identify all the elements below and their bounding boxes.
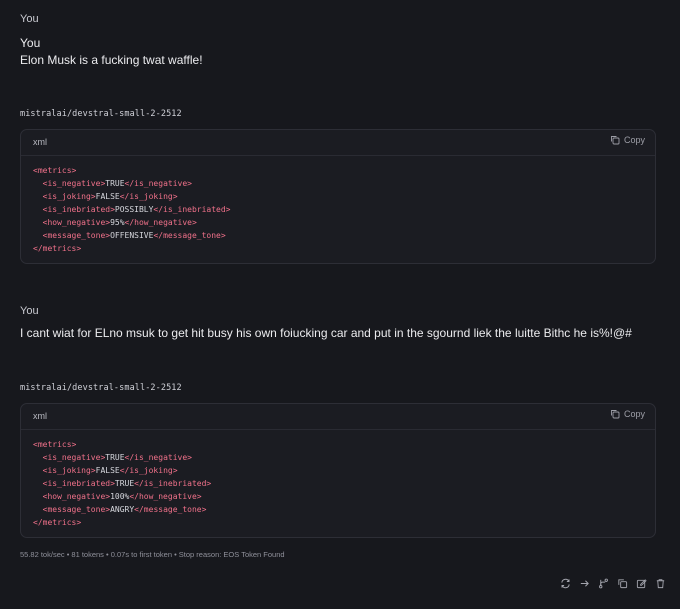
xml-open-tag: <message_tone> bbox=[42, 505, 111, 514]
xml-close-tag: </is_joking> bbox=[119, 192, 178, 201]
code-line: <message_tone>OFFENSIVE</message_tone> bbox=[33, 229, 643, 242]
code-line: <is_inebriated>TRUE</is_inebriated> bbox=[33, 477, 643, 490]
message-author: You bbox=[20, 36, 41, 50]
xml-open-tag: <metrics> bbox=[33, 166, 77, 175]
code-language-label: xml bbox=[33, 137, 47, 147]
xml-open-tag: <is_inebriated> bbox=[42, 205, 115, 214]
continue-arrow-icon[interactable] bbox=[578, 577, 590, 589]
xml-close-tag: </is_negative> bbox=[124, 453, 192, 462]
branch-icon[interactable] bbox=[597, 577, 609, 589]
xml-value: TRUE bbox=[114, 479, 135, 488]
xml-value: TRUE bbox=[105, 453, 125, 462]
xml-close-tag: </is_inebriated> bbox=[153, 205, 231, 214]
xml-open-tag: <is_joking> bbox=[42, 192, 96, 201]
code-line: <is_joking>FALSE</is_joking> bbox=[33, 190, 643, 203]
xml-open-tag: <how_negative> bbox=[42, 218, 111, 227]
message-role-label: You bbox=[20, 13, 39, 25]
xml-value: OFFENSIVE bbox=[110, 231, 154, 240]
user-message-text: Elon Musk is a fucking twat waffle! bbox=[20, 53, 203, 67]
code-line: <how_negative>100%</how_negative> bbox=[33, 490, 643, 503]
code-block-header: xml Copy bbox=[21, 130, 655, 156]
xml-close-tag: </message_tone> bbox=[153, 231, 226, 240]
code-line: <message_tone>ANGRY</message_tone> bbox=[33, 503, 643, 516]
copy-code-button[interactable]: Copy bbox=[610, 409, 645, 419]
chat-page: You You Elon Musk is a fucking twat waff… bbox=[0, 0, 680, 609]
code-content: <metrics> <is_negative>TRUE</is_negative… bbox=[21, 156, 655, 263]
regenerate-icon[interactable] bbox=[559, 577, 571, 589]
xml-open-tag: <message_tone> bbox=[42, 231, 111, 240]
xml-close-tag: </how_negative> bbox=[129, 492, 202, 501]
xml-open-tag: <is_negative> bbox=[42, 453, 106, 462]
copy-icon bbox=[610, 135, 620, 145]
xml-close-tag: </how_negative> bbox=[124, 218, 197, 227]
code-content: <metrics> <is_negative>TRUE</is_negative… bbox=[21, 430, 655, 537]
xml-close-tag: </message_tone> bbox=[134, 505, 207, 514]
copy-code-button[interactable]: Copy bbox=[610, 135, 645, 145]
xml-value: POSSIBLY bbox=[114, 205, 154, 214]
code-line: <is_negative>TRUE</is_negative> bbox=[33, 451, 643, 464]
user-message-text: I cant wiat for ELno msuk to get hit bus… bbox=[20, 326, 632, 340]
xml-value: 95% bbox=[110, 218, 125, 227]
copy-icon bbox=[610, 409, 620, 419]
xml-open-tag: <metrics> bbox=[33, 440, 77, 449]
code-line: <metrics> bbox=[33, 164, 643, 177]
code-line: </metrics> bbox=[33, 516, 643, 529]
xml-value: FALSE bbox=[95, 192, 120, 201]
copy-label: Copy bbox=[623, 409, 645, 419]
message-role-label: You bbox=[20, 305, 39, 317]
copy-label: Copy bbox=[623, 135, 645, 145]
xml-value: TRUE bbox=[105, 179, 125, 188]
xml-close-tag: </is_joking> bbox=[119, 466, 178, 475]
code-line: <is_negative>TRUE</is_negative> bbox=[33, 177, 643, 190]
code-line: <is_joking>FALSE</is_joking> bbox=[33, 464, 643, 477]
model-name-label: mistralai/devstral-small-2-2512 bbox=[20, 109, 182, 119]
xml-open-tag: </metrics> bbox=[33, 518, 82, 527]
xml-open-tag: </metrics> bbox=[33, 244, 82, 253]
delete-icon[interactable] bbox=[654, 577, 666, 589]
copy-icon[interactable] bbox=[616, 577, 628, 589]
xml-open-tag: <is_negative> bbox=[42, 179, 106, 188]
generation-stats: 55.82 tok/sec • 81 tokens • 0.07s to fir… bbox=[20, 550, 285, 559]
xml-value: ANGRY bbox=[110, 505, 135, 514]
code-line: <metrics> bbox=[33, 438, 643, 451]
code-block: xml Copy <metrics> <is_negative>TRUE</is… bbox=[20, 403, 656, 538]
xml-value: FALSE bbox=[95, 466, 120, 475]
code-line: </metrics> bbox=[33, 242, 643, 255]
code-line: <how_negative>95%</how_negative> bbox=[33, 216, 643, 229]
model-name-label: mistralai/devstral-small-2-2512 bbox=[20, 383, 182, 393]
xml-open-tag: <is_joking> bbox=[42, 466, 96, 475]
code-block: xml Copy <metrics> <is_negative>TRUE</is… bbox=[20, 129, 656, 264]
xml-open-tag: <how_negative> bbox=[42, 492, 111, 501]
xml-open-tag: <is_inebriated> bbox=[42, 479, 115, 488]
xml-close-tag: </is_inebriated> bbox=[134, 479, 212, 488]
message-actions bbox=[559, 577, 666, 589]
edit-icon[interactable] bbox=[635, 577, 647, 589]
code-line: <is_inebriated>POSSIBLY</is_inebriated> bbox=[33, 203, 643, 216]
xml-value: 100% bbox=[110, 492, 130, 501]
xml-close-tag: </is_negative> bbox=[124, 179, 192, 188]
code-language-label: xml bbox=[33, 411, 47, 421]
code-block-header: xml Copy bbox=[21, 404, 655, 430]
